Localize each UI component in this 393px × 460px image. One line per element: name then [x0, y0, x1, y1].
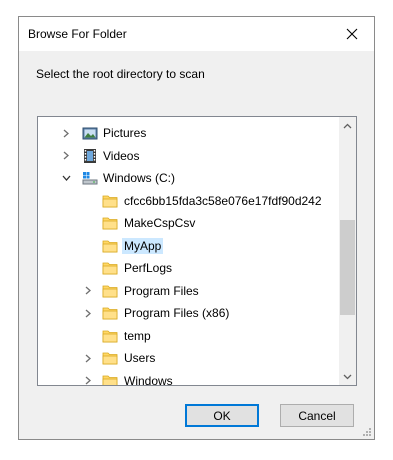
resize-grip-icon[interactable]: [362, 427, 372, 437]
tree-item[interactable]: PerfLogs: [38, 257, 340, 279]
videos-icon: [82, 148, 98, 164]
close-button[interactable]: [330, 17, 374, 51]
tree-item-label: Windows (C:): [103, 171, 176, 185]
tree-item[interactable]: MakeCspCsv: [38, 212, 340, 234]
tree-item[interactable]: Users: [38, 347, 340, 369]
tree-item[interactable]: Program Files (x86): [38, 302, 340, 324]
folder-icon: [102, 373, 118, 385]
tree-item-label: cfcc6bb15fda3c58e076e17fdf90d242: [124, 193, 322, 208]
tree-item[interactable]: Videos: [38, 145, 340, 167]
tree-item-label: Program Files: [124, 283, 199, 298]
folder-icon: [102, 238, 118, 254]
tree-item-label: PerfLogs: [124, 261, 173, 275]
expand-chevron-icon[interactable]: [82, 285, 94, 297]
folder-tree[interactable]: Pictures Videos Windows (C:) cfcc6bb15fda3c…: [37, 116, 357, 386]
drive-icon: [82, 170, 98, 186]
scroll-thumb[interactable]: [340, 220, 355, 316]
scroll-up-button[interactable]: [339, 117, 356, 134]
tree-item-label: Program Files (x86): [124, 306, 230, 320]
folder-icon: [102, 215, 118, 231]
tree-item-label: MyApp: [122, 237, 164, 254]
dialog-title: Browse For Folder: [28, 27, 127, 41]
expand-chevron-icon[interactable]: [82, 375, 94, 386]
tree-item-label: Windows: [124, 373, 173, 386]
close-icon: [346, 28, 358, 40]
expand-chevron-icon[interactable]: [82, 307, 94, 319]
tree-item[interactable]: temp: [38, 325, 340, 347]
pictures-icon: [82, 125, 98, 141]
browse-for-folder-dialog: Browse For Folder Select the root direct…: [18, 16, 375, 440]
expand-chevron-icon[interactable]: [60, 150, 72, 162]
folder-tree-items: Pictures Videos Windows (C:) cfcc6bb15fda3c…: [38, 117, 340, 385]
prompt-text: Select the root directory to scan: [36, 67, 205, 81]
tree-item[interactable]: Pictures: [38, 122, 340, 144]
chevron-down-icon: [343, 374, 352, 379]
tree-item[interactable]: cfcc6bb15fda3c58e076e17fdf90d242: [38, 190, 340, 212]
tree-item-label: Videos: [103, 148, 140, 163]
folder-icon: [102, 260, 118, 276]
folder-icon: [102, 328, 118, 344]
scroll-down-button[interactable]: [339, 368, 356, 385]
collapse-chevron-icon[interactable]: [60, 172, 72, 184]
tree-item-label: temp: [124, 328, 151, 343]
tree-item[interactable]: MyApp: [38, 235, 340, 257]
tree-item[interactable]: Windows: [38, 370, 340, 386]
title-bar[interactable]: Browse For Folder: [19, 17, 374, 51]
vertical-scrollbar[interactable]: [339, 117, 356, 385]
folder-icon: [102, 283, 118, 299]
cancel-button[interactable]: Cancel: [280, 404, 354, 427]
chevron-up-icon: [343, 123, 352, 128]
folder-icon: [102, 350, 118, 366]
folder-icon: [102, 193, 118, 209]
tree-item[interactable]: Program Files: [38, 280, 340, 302]
ok-button[interactable]: OK: [185, 404, 259, 427]
expand-chevron-icon[interactable]: [82, 352, 94, 364]
expand-chevron-icon[interactable]: [60, 127, 72, 139]
tree-item-label: Users: [124, 351, 156, 365]
folder-icon: [102, 305, 118, 321]
tree-item-label: Pictures: [103, 126, 147, 140]
tree-item[interactable]: Windows (C:): [38, 167, 340, 189]
tree-item-label: MakeCspCsv: [124, 216, 196, 230]
